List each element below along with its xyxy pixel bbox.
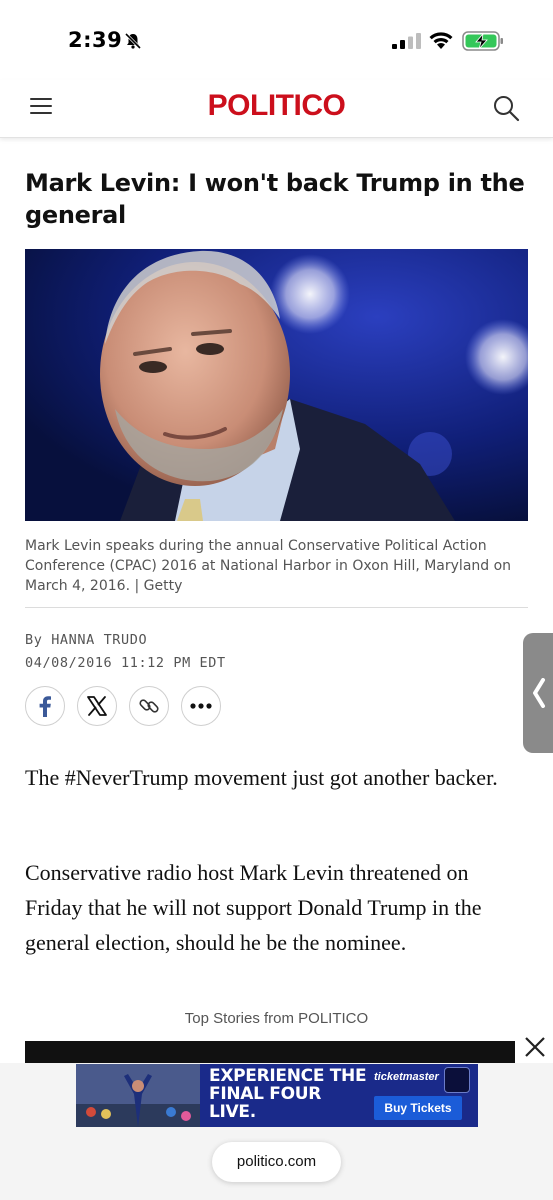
share-buttons — [25, 686, 221, 726]
article-hero-image — [25, 249, 528, 521]
hero-photo — [25, 249, 528, 521]
ticketmaster-logo: ticketmaster — [374, 1071, 439, 1083]
more-share-button[interactable] — [181, 686, 221, 726]
close-icon[interactable] — [520, 1032, 550, 1062]
byline: By HANNA TRUDO — [25, 632, 147, 648]
image-caption: Mark Levin speaks during the annual Cons… — [25, 538, 512, 594]
status-time: 2:39 — [68, 28, 123, 52]
facebook-share-button[interactable] — [25, 686, 65, 726]
search-icon[interactable] — [492, 94, 520, 122]
caption-divider — [25, 607, 528, 608]
top-stories-label: Top Stories from POLITICO — [184, 1010, 369, 1027]
wifi-icon — [429, 32, 453, 49]
author-link[interactable]: HANNA TRUDO — [51, 632, 147, 648]
link-icon — [139, 699, 159, 713]
article-headline: Mark Levin: I won't back Trump in the ge… — [25, 169, 525, 229]
cellular-signal-icon — [392, 33, 421, 49]
article-paragraph: The #NeverTrump movement just got anothe… — [25, 765, 498, 790]
copy-link-button[interactable] — [129, 686, 169, 726]
buy-tickets-button[interactable]: Buy Tickets — [374, 1096, 462, 1120]
ad-banner[interactable]: EXPERIENCE THE FINAL FOUR LIVE. ticketma… — [76, 1064, 478, 1127]
final-four-badge-icon — [444, 1067, 470, 1093]
battery-charging-icon — [462, 31, 503, 51]
more-icon — [190, 703, 212, 709]
status-bar: 2:39 — [0, 0, 553, 80]
article-paragraph: Conservative radio host Mark Levin threa… — [25, 860, 482, 955]
facebook-icon — [39, 696, 51, 717]
politico-logo[interactable]: POLITICO — [0, 89, 553, 123]
bell-slash-icon — [124, 32, 142, 50]
site-header: POLITICO — [0, 80, 553, 138]
ad-headline: EXPERIENCE THE FINAL FOUR LIVE. — [209, 1066, 367, 1122]
byline-prefix: By — [25, 632, 43, 648]
chevron-left-icon — [533, 678, 545, 708]
x-icon — [87, 696, 107, 716]
side-drawer-tab[interactable] — [523, 633, 553, 753]
ad-photo — [76, 1064, 200, 1127]
browser-url-bar[interactable]: politico.com — [212, 1142, 341, 1182]
publish-timestamp: 04/08/2016 11:12 PM EDT — [25, 655, 226, 671]
x-share-button[interactable] — [77, 686, 117, 726]
